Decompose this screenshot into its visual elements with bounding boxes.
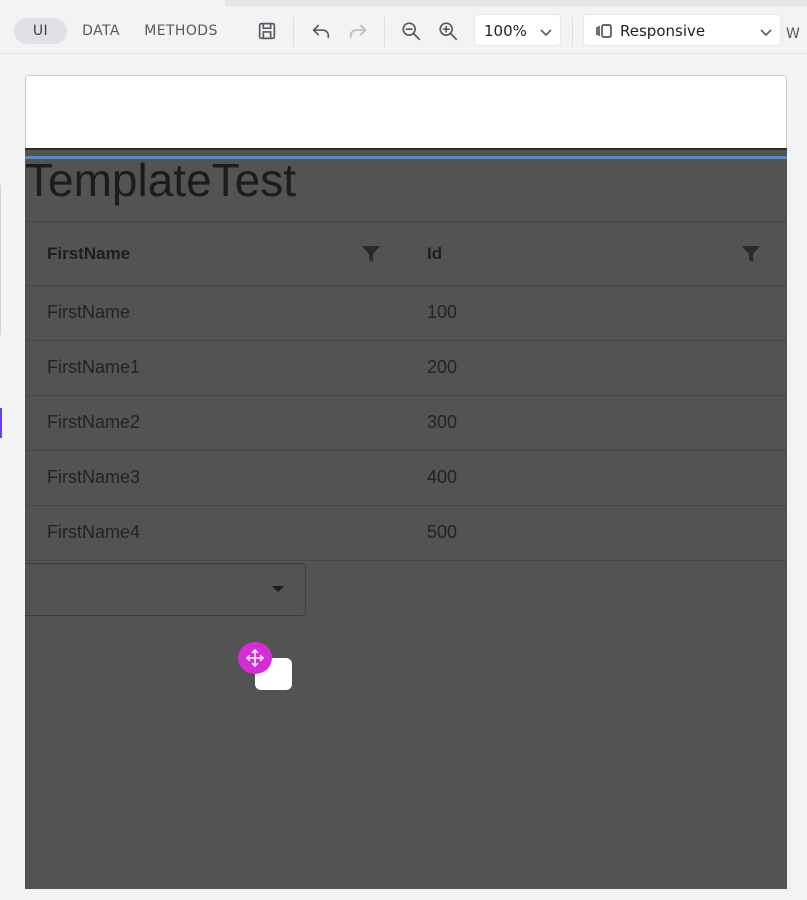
- zoom-value: 100%: [484, 22, 527, 40]
- dropdown-arrow-icon[interactable]: [272, 586, 284, 592]
- cell-firstname: FirstName: [47, 302, 131, 322]
- table-row[interactable]: FirstName 100: [25, 286, 787, 341]
- cell-firstname: FirstName2: [47, 412, 141, 432]
- move-handle[interactable]: [238, 642, 272, 674]
- column-header-firstname[interactable]: FirstName: [47, 244, 130, 264]
- filter-icon[interactable]: [741, 244, 761, 264]
- chevron-down-icon: [760, 29, 772, 37]
- viewport-select[interactable]: Responsive: [583, 14, 781, 46]
- toolbar-divider: [572, 17, 573, 47]
- designer-toolbar: UI DATA METHODS 100% Responsive W: [0, 6, 807, 54]
- design-canvas[interactable]: TemplateTest FirstName Id FirstName 100 …: [25, 75, 787, 889]
- toolbar-divider: [293, 17, 294, 47]
- tab-data[interactable]: DATA: [76, 18, 126, 44]
- left-panel-edge: [0, 185, 1, 335]
- table-row[interactable]: FirstName3 400: [25, 451, 787, 506]
- cell-firstname: FirstName4: [47, 522, 141, 542]
- zoom-select[interactable]: 100%: [474, 14, 561, 46]
- dropdown-component[interactable]: [25, 563, 306, 616]
- chevron-down-icon: [540, 29, 552, 37]
- save-icon[interactable]: [254, 18, 280, 44]
- undo-icon[interactable]: [308, 18, 334, 44]
- left-panel-marker: [0, 408, 2, 438]
- cell-id: 500: [427, 522, 458, 542]
- toolbar-divider: [384, 17, 385, 47]
- cell-id: 300: [427, 412, 458, 432]
- cell-firstname: FirstName3: [47, 467, 141, 487]
- viewport-value: Responsive: [620, 22, 706, 40]
- zoom-in-icon[interactable]: [435, 18, 461, 44]
- tab-methods[interactable]: METHODS: [140, 18, 222, 44]
- table-row[interactable]: FirstName1 200: [25, 341, 787, 396]
- cell-id: 400: [427, 467, 458, 487]
- tab-ui[interactable]: UI: [14, 18, 67, 44]
- cell-firstname: FirstName1: [47, 357, 141, 377]
- redo-icon[interactable]: [345, 18, 371, 44]
- canvas-header-region[interactable]: [25, 75, 787, 148]
- column-header-id[interactable]: Id: [427, 244, 442, 264]
- cell-id: 100: [427, 302, 458, 322]
- canvas-body-overlay[interactable]: TemplateTest FirstName Id FirstName 100 …: [25, 148, 787, 889]
- grid-header-row: FirstName Id: [25, 221, 787, 286]
- overlay-top-border: [25, 148, 787, 150]
- page-title[interactable]: TemplateTest: [25, 157, 296, 203]
- responsive-icon: [596, 24, 612, 38]
- table-row[interactable]: FirstName4 500: [25, 506, 787, 561]
- truncated-toolbar-label: W: [786, 26, 800, 42]
- filter-icon[interactable]: [361, 244, 381, 264]
- table-row[interactable]: FirstName2 300: [25, 396, 787, 451]
- data-grid[interactable]: FirstName Id FirstName 100 FirstName1 20…: [25, 221, 787, 561]
- zoom-out-icon[interactable]: [398, 18, 424, 44]
- cell-id: 200: [427, 357, 458, 377]
- move-icon: [246, 649, 264, 667]
